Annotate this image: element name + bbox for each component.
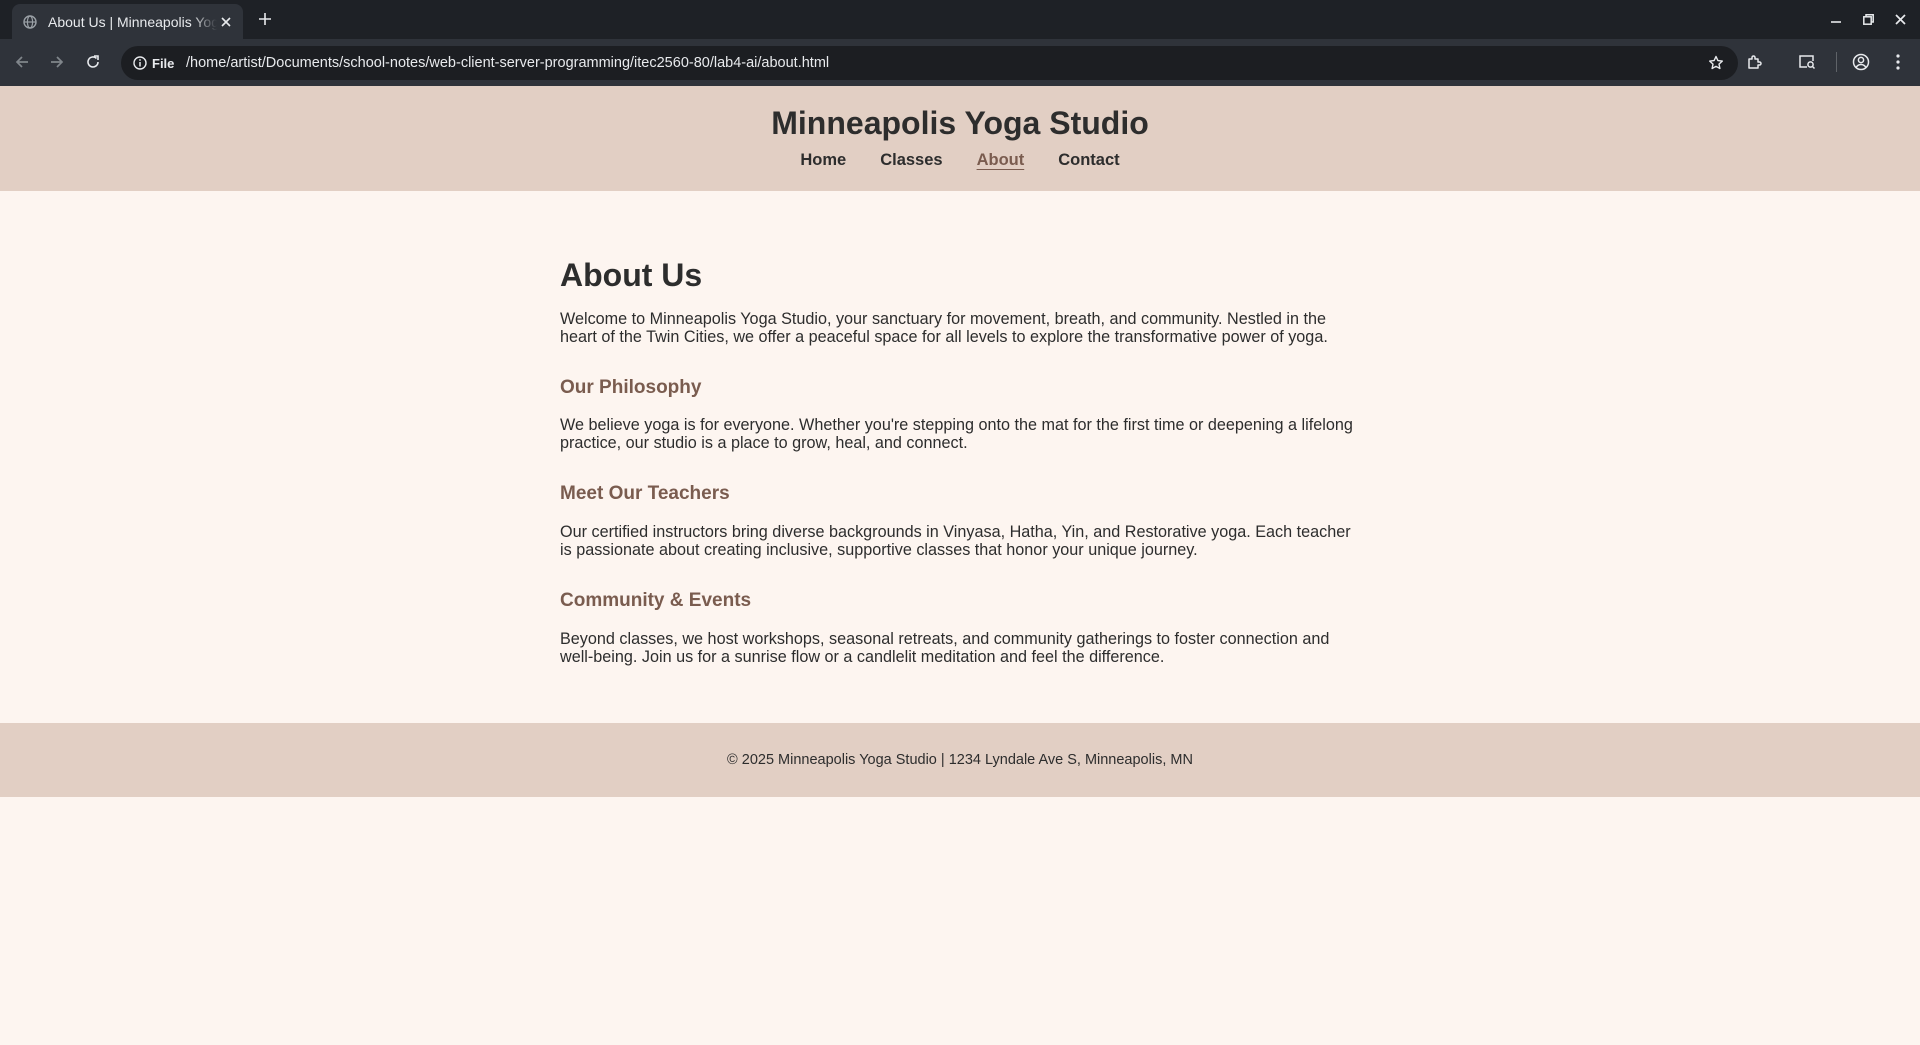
nav-about-link[interactable]: About [977,151,1025,170]
address-bar[interactable]: File /home/artist/Documents/school-notes… [121,46,1738,80]
toolbar-divider [1836,52,1837,72]
chip-label: File [152,55,175,71]
nav-classes-link[interactable]: Classes [880,151,942,170]
profile-icon[interactable] [1849,50,1873,74]
back-arrow-icon[interactable] [10,50,34,74]
nav-home-link[interactable]: Home [800,151,846,170]
media-search-icon[interactable] [1795,50,1819,74]
site-header: Minneapolis Yoga Studio Home Classes Abo… [0,86,1920,191]
nav-contact-link[interactable]: Contact [1058,151,1119,170]
intro-paragraph: Welcome to Minneapolis Yoga Studio, your… [560,310,1328,346]
community-heading: Community & Events [560,590,752,611]
minimize-icon[interactable] [1825,8,1847,30]
site-footer: © 2025 Minneapolis Yoga Studio | 1234 Ly… [0,723,1920,797]
site-nav: Home Classes About Contact [0,151,1920,170]
browser-tab-strip: About Us | Minneapolis Yoga Studio [0,0,1920,39]
page-title: About Us [560,257,703,293]
site-info-chip[interactable]: File [127,51,180,75]
site-title: Minneapolis Yoga Studio [771,105,1149,141]
tab-title: About Us | Minneapolis Yoga Studio [48,13,218,30]
close-window-icon[interactable] [1889,8,1911,30]
philosophy-paragraph: We believe yoga is for everyone. Whether… [560,416,1353,452]
plus-icon[interactable] [254,8,276,30]
philosophy-heading: Our Philosophy [560,377,702,398]
footer-text: © 2025 Minneapolis Yoga Studio | 1234 Ly… [727,752,1193,768]
globe-icon [22,14,38,30]
teachers-heading: Meet Our Teachers [560,483,730,504]
extensions-icon[interactable] [1742,50,1766,74]
forward-arrow-icon[interactable] [45,50,69,74]
star-icon[interactable] [1706,53,1726,73]
close-icon[interactable] [217,13,235,31]
reload-icon[interactable] [81,50,105,74]
info-icon [133,56,147,70]
teachers-paragraph: Our certified instructors bring diverse … [560,523,1351,559]
browser-tab[interactable]: About Us | Minneapolis Yoga Studio [12,4,243,39]
kebab-menu-icon[interactable] [1886,50,1910,74]
community-paragraph: Beyond classes, we host workshops, seaso… [560,630,1330,666]
restore-icon[interactable] [1857,8,1879,30]
url-text[interactable]: /home/artist/Documents/school-notes/web-… [186,55,829,71]
browser-toolbar: File /home/artist/Documents/school-notes… [0,39,1920,86]
